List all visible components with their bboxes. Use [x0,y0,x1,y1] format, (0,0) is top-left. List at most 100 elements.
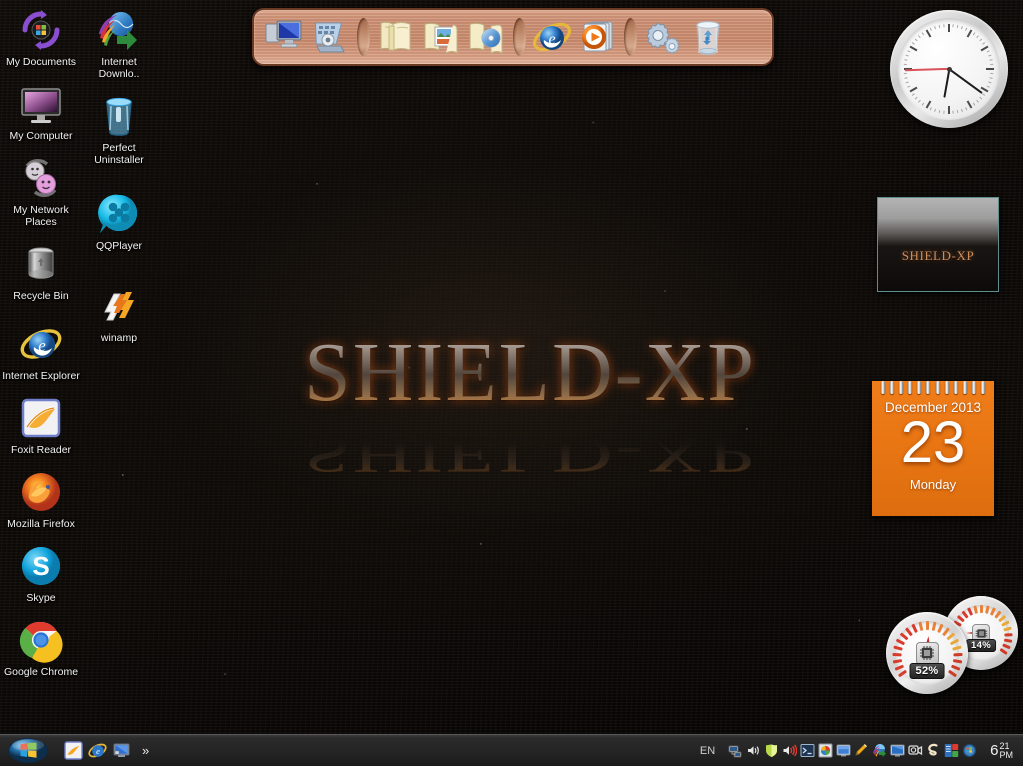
dock-pictures-folder[interactable] [419,15,463,59]
dock-windows-media-player[interactable] [575,15,619,59]
clock-hour-tick [986,68,994,70]
my-network-places-icon [17,154,65,202]
system-gauges-widget[interactable]: 14% 52% [886,596,1018,694]
clock-minute-tick [905,81,909,84]
clock-minute-tick [934,26,936,30]
quicklaunch-show-desktop[interactable] [112,741,131,760]
gauge-tick [894,664,904,671]
media-orb-icon[interactable] [962,743,977,758]
desktop-icon-my-documents[interactable]: My Documents [2,6,80,68]
quicklaunch-foxit-reader[interactable] [64,741,83,760]
desktop-dock[interactable]: e [252,8,774,66]
dock-separator [353,16,373,58]
desktop-icon-internet-download-manager[interactable]: Internet Downlo.. [80,6,158,80]
desktop-icon-perfect-uninstaller[interactable]: Perfect Uninstaller [80,92,158,166]
gauge-tick [891,652,902,657]
perfect-uninstaller-icon [95,92,143,140]
clock-second-hand [904,68,950,72]
desktop-icon-label: winamp [100,332,138,344]
desktop-icon-mozilla-firefox[interactable]: Mozilla Firefox [2,468,80,530]
clock-minute-hand [948,68,983,94]
winamp-icon [95,282,143,330]
desktop-icon-my-network-places[interactable]: My Network Places [2,154,80,228]
internet-download-manager-icon[interactable] [872,743,887,758]
clock-minute-tick [903,72,907,75]
start-button[interactable] [4,736,52,766]
clock-minute-tick [907,85,911,88]
gauge-tick [984,605,990,614]
desktop-icon-label: Foxit Reader [10,444,72,456]
clock-minute-tick [976,35,979,39]
dock-my-computer[interactable] [263,15,307,59]
skype-s-icon[interactable] [926,743,941,758]
desktop-icon-recycle-bin[interactable]: Recycle Bin [2,240,80,302]
desktop-icon-skype[interactable]: S Skype [2,542,80,604]
clock-hour-tick [966,29,973,38]
clock-hour-tick [948,106,950,114]
clock-hour-tick [909,45,918,52]
clock-minute-tick [979,96,983,100]
taskbar: e » EN 6 21 PM [0,734,1023,766]
desktop-icon-foxit-reader[interactable]: Foxit Reader [2,394,80,456]
clock-minute-tick [904,77,908,79]
volume-speaker-icon[interactable] [746,743,761,758]
speaker-mute-red-icon[interactable] [782,743,798,758]
pencil-orange-icon[interactable] [854,743,869,758]
gauge-tick [917,621,923,631]
clock-center-pin [946,66,952,72]
wallpaper-logo: SHIELD-XP SHIELD-XP [228,330,832,500]
network-connection-icon[interactable] [728,743,743,758]
clock-minute-tick [918,99,921,103]
clock-minute-tick [911,93,915,96]
office-apps-icon[interactable] [944,743,959,758]
taskbar-window-buttons [149,736,700,766]
google-chrome-icon [17,616,65,664]
desktop-icon-my-computer[interactable]: My Computer [2,80,80,142]
cpu-gauge[interactable]: 52% [886,612,968,694]
webcam-icon[interactable] [908,743,923,758]
desktop-icon-label: Skype [26,592,56,604]
cpu-chip-icon [915,641,939,665]
console-window-icon[interactable] [800,743,815,758]
clock-hour-hand [942,68,951,98]
desktop-icon-winamp[interactable]: winamp [80,282,158,344]
dock-settings-gears[interactable] [641,15,685,59]
clock-minute-tick [903,63,907,66]
dock-music-folder[interactable] [464,15,508,59]
desktop-icon-label: Google Chrome [3,666,79,678]
gauge-tick [931,621,937,631]
desktop-icon-label: Internet Explorer [2,370,80,382]
colorful-app-icon[interactable] [818,743,833,758]
dock-documents-folder[interactable] [374,15,418,59]
svg-text:e: e [548,31,555,48]
screen-monitor-icon[interactable] [890,743,905,758]
desktop-icon-google-chrome[interactable]: Google Chrome [2,616,80,678]
desktop-icon-label: My Documents [5,56,77,68]
gauge-tick [892,659,902,664]
shield-xp-preview-panel[interactable]: SHIELD-XP [877,197,999,292]
dock-internet-explorer[interactable]: e [530,15,574,59]
taskbar-clock[interactable]: 6 21 PM [990,741,1013,760]
clock-minute-tick [961,108,963,112]
gauge-tick [895,638,905,646]
gauge-tick [1003,633,1013,637]
calendar-widget[interactable]: December 2013 23 Monday [872,381,994,516]
my-documents-icon [17,6,65,54]
clock-widget[interactable] [890,10,1008,128]
tray-language-indicator[interactable]: EN [700,745,715,757]
desktop-icon-internet-explorer[interactable]: e Internet Explorer [2,320,80,382]
desktop-icon-qqplayer[interactable]: QQPlayer [80,190,158,252]
clock-minute-tick [988,81,992,84]
monitor-blue-icon[interactable] [836,743,851,758]
clock-minute-tick [982,93,986,96]
gauge-tick [892,645,903,651]
internet-download-manager-icon [95,6,143,54]
dock-recycle-bin[interactable] [686,15,730,59]
shield-green-icon[interactable] [764,743,779,758]
dock-separator [509,16,529,58]
quicklaunch-overflow-chevron[interactable]: » [142,743,149,758]
quicklaunch-internet-explorer[interactable]: e [88,741,107,760]
desktop-icon-column-right: Internet Downlo.. Perfect Uninstaller QQ… [80,6,158,348]
gauge-tick [925,621,929,630]
dock-control-panel[interactable] [308,15,352,59]
